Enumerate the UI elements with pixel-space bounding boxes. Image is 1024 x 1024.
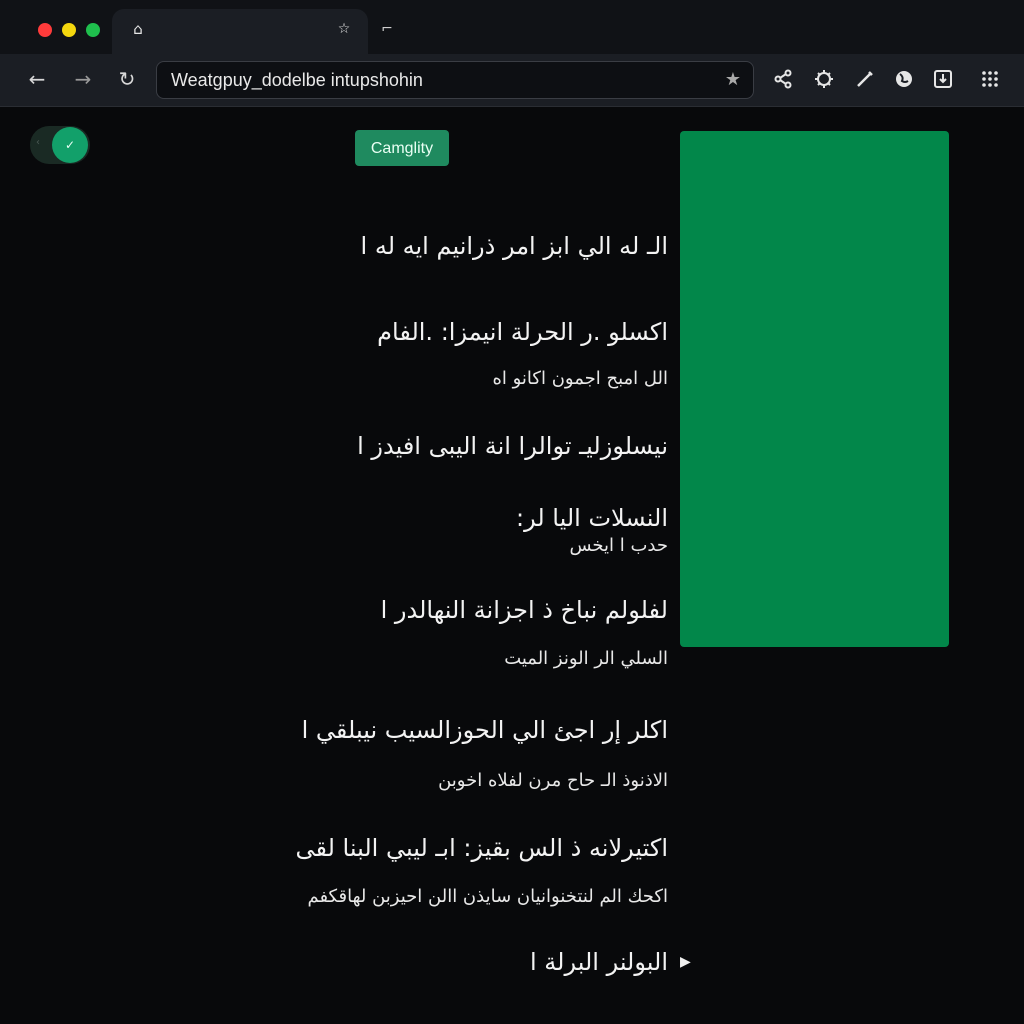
check-icon: ✓ [52, 127, 88, 163]
apps-grid-icon[interactable] [979, 68, 1001, 90]
green-content-panel [680, 131, 949, 647]
share-icon[interactable] [772, 68, 794, 90]
pen-icon[interactable] [854, 68, 876, 90]
browser-tab[interactable]: ⌂ ☆ [112, 9, 368, 55]
toggle-switch[interactable]: ‹ ✓ [30, 126, 90, 164]
url-text[interactable]: Weatgpuy_dodelbe intupshohin [171, 62, 423, 98]
content-line: اكسلو .ر الحرلة انيمزا: .الفام [377, 318, 668, 346]
extensions-icon[interactable] [813, 68, 835, 90]
download-icon[interactable] [932, 68, 954, 90]
content-line: اكلر إر اجئ الي الحوزالسيب نيبلقي ا [301, 716, 668, 744]
content-line: الـ له الي ابز امر ذرانيم ايه له ا [360, 232, 668, 260]
content-line: البولنر البرلة ا [530, 948, 668, 976]
address-bar[interactable]: Weatgpuy_dodelbe intupshohin ★ [156, 61, 754, 99]
star-icon[interactable]: ☆ [336, 21, 352, 37]
content-line: النسلات اليا لر: [516, 504, 668, 532]
forward-arrow-icon[interactable]: → [70, 66, 96, 92]
reload-icon[interactable]: ↻ [114, 66, 140, 92]
content-line: لفلولم نباخ ذ اجزانة النهالدر ا [380, 596, 668, 624]
content-line: اكحك الم لنتخنوانيان سايذن االن احيزبن ل… [307, 886, 668, 907]
bookmark-star-icon[interactable]: ★ [723, 70, 743, 90]
content-line: الل امبح اجمون اكانو اه [492, 368, 668, 389]
new-tab-icon[interactable]: ⌐ [380, 22, 394, 36]
content-line: السلي الر الونز الميت [504, 648, 668, 669]
tab-strip: ⌂ ☆ ⌐ [0, 0, 1024, 55]
content-line: حدب ا ايخس [569, 535, 668, 556]
content-line: اكتيرلانه ذ الس بقيز: ابـ ليبي البنا لقى [295, 834, 668, 862]
close-window-button[interactable] [38, 23, 52, 37]
category-button[interactable]: Camglity [355, 130, 449, 166]
chevron-left-icon: ‹ [36, 137, 40, 148]
home-icon[interactable]: ⌂ [130, 21, 146, 37]
maximize-window-button[interactable] [86, 23, 100, 37]
play-arrow-icon[interactable]: ▶ [680, 953, 694, 971]
content-line: نيسلوزليـ توالرا انة اليبى افيدز ا [357, 432, 668, 460]
globe-icon[interactable] [893, 68, 915, 90]
content-line: الاذنوذ الـ حاح مرن لفلاه اخوبن [438, 770, 668, 791]
back-arrow-icon[interactable]: ← [24, 66, 50, 92]
minimize-window-button[interactable] [62, 23, 76, 37]
browser-toolbar: ← → ↻ Weatgpuy_dodelbe intupshohin ★ [0, 54, 1024, 107]
